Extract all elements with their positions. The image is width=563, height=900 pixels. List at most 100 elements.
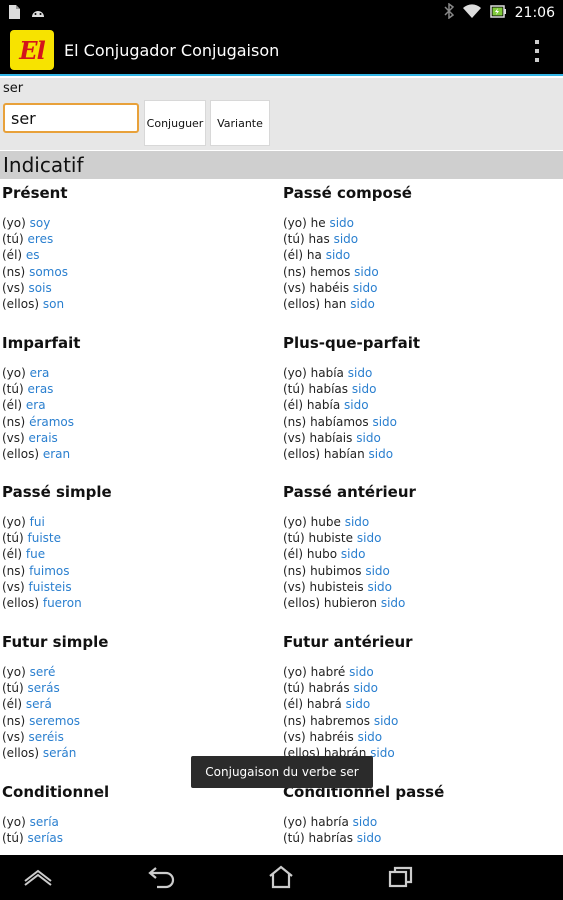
conjugation-row: (ellos) eran (2, 446, 272, 462)
pronoun: (tú) (2, 531, 24, 546)
conjugation-row: (tú) eres (2, 231, 272, 247)
pronoun: (yo) (2, 216, 26, 230)
auxiliary-verb: hubieron (323, 595, 378, 610)
conjugation-row: (yo) habré sido (283, 664, 553, 680)
conjugation-row: (yo) seré (2, 664, 272, 680)
recents-home-icon[interactable] (263, 863, 299, 891)
auxiliary-verb: habré (310, 665, 346, 679)
pronoun: (vs) (2, 729, 25, 744)
file-icon (8, 4, 22, 19)
tense-title: Passé composé (283, 184, 412, 202)
conjugation-row: (ellos) habían sido (283, 446, 553, 462)
pronoun: (ellos) (2, 595, 40, 610)
home-icon[interactable] (20, 863, 56, 891)
conjugation-row: (él) habrá sido (283, 696, 553, 712)
auxiliary-verb: hubimos (310, 563, 362, 578)
conjugation-row: (yo) sería (2, 814, 272, 830)
conjugation-row: (él) fue (2, 546, 272, 562)
tense-title: Passé antérieur (283, 483, 416, 501)
conjugation-row: (ns) hemos sido (283, 264, 553, 280)
verb-form: sido (356, 430, 381, 445)
auxiliary-verb: habrá (306, 697, 342, 712)
conjugate-button[interactable]: Conjuguer (144, 100, 206, 146)
verb-form: sido (368, 446, 394, 461)
verb-form: sido (333, 232, 359, 247)
pronoun: (tú) (2, 232, 24, 247)
conjugation-row: (él) es (2, 247, 272, 263)
pronoun: (vs) (283, 430, 306, 445)
toast-message: Conjugaison du verbe ser (191, 756, 373, 788)
conjugation-row: (vs) fuisteis (2, 579, 272, 595)
pronoun: (él) (2, 697, 23, 712)
verb-form: eras (27, 382, 54, 397)
tense-title: Futur antérieur (283, 633, 413, 651)
verb-form: sido (350, 296, 375, 311)
verb-form: somos (29, 264, 68, 279)
verb-form: serán (42, 745, 77, 760)
overflow-menu-icon[interactable] (533, 40, 541, 62)
verb-input[interactable] (3, 103, 139, 133)
pronoun: (ns) (2, 713, 26, 728)
pronoun: (tú) (283, 531, 305, 546)
auxiliary-verb: habrás (308, 681, 350, 696)
conjugation-row: (tú) eras (2, 381, 272, 397)
verb-form: sido (356, 531, 382, 546)
back-icon[interactable] (144, 863, 180, 891)
auxiliary-verb: habrías (308, 831, 353, 846)
auxiliary-verb: habías (308, 382, 349, 397)
tense-title: Présent (2, 184, 68, 202)
conjugation-row: (tú) serás (2, 680, 272, 696)
auxiliary-verb: habría (310, 815, 349, 829)
pronoun: (él) (283, 248, 304, 263)
verb-form: era (29, 366, 50, 380)
tense-block: Futur simple (yo) seré (tú) serás (él) será… (2, 630, 272, 761)
pronoun: (él) (283, 398, 304, 413)
pronoun: (tú) (283, 831, 305, 846)
auxiliary-verb: hube (310, 515, 341, 529)
pronoun: (él) (2, 398, 23, 413)
conjugation-row: (ns) éramos (2, 414, 272, 430)
conjugation-row: (vs) erais (2, 430, 272, 446)
verb-form: seré (29, 665, 56, 679)
conjugation-row: (vs) hubisteis sido (283, 579, 553, 595)
auxiliary-verb: hubiste (308, 531, 354, 546)
conjugation-row: (él) será (2, 696, 272, 712)
conjugation-row: (ns) somos (2, 264, 272, 280)
pronoun: (tú) (2, 382, 24, 397)
tense-block: Plus-que-parfait (yo) había sido (tú) habí… (283, 331, 553, 462)
recent-apps-icon[interactable] (383, 863, 419, 891)
auxiliary-verb: he (310, 216, 326, 230)
auxiliary-verb: hubisteis (309, 579, 364, 594)
pronoun: (yo) (2, 366, 26, 380)
pronoun: (yo) (2, 665, 26, 679)
verb-form: era (25, 398, 46, 413)
verb-form: sido (344, 398, 369, 413)
pronoun: (él) (2, 547, 23, 562)
tense-block: Imparfait (yo) era (tú) eras (él) era (ns) é… (2, 331, 272, 462)
variant-button[interactable]: Variante (210, 100, 270, 146)
auxiliary-verb: habréis (309, 729, 354, 744)
pronoun: (ns) (283, 414, 307, 429)
verb-form: sois (28, 280, 52, 295)
pronoun: (vs) (283, 729, 306, 744)
tense-block: Passé composé (yo) he sido (tú) has sido (é… (283, 181, 553, 312)
verb-form: serías (27, 831, 64, 846)
pronoun: (yo) (283, 665, 307, 679)
conjugation-row: (tú) has sido (283, 231, 553, 247)
conjugation-row: (tú) fuiste (2, 530, 272, 546)
tense-block: Futur antérieur (yo) habré sido (tú) habrá… (283, 630, 553, 761)
app-logo[interactable]: El (10, 30, 54, 70)
conjugation-list[interactable]: Présent (yo) soy (tú) eres (él) es (ns) somo… (0, 179, 563, 855)
verb-form: son (42, 296, 65, 311)
pronoun: (vs) (2, 280, 25, 295)
conjugation-row: (ns) seremos (2, 713, 272, 729)
conjugation-row: (ns) habíamos sido (283, 414, 553, 430)
verb-form: fue (25, 547, 46, 562)
pronoun: (ns) (2, 264, 26, 279)
pronoun: (ellos) (283, 296, 321, 311)
pronoun: (yo) (2, 815, 26, 829)
app-title: El Conjugador Conjugaison (64, 41, 280, 60)
battery-charging-icon (489, 3, 506, 23)
verb-form: seremos (29, 713, 81, 728)
auxiliary-verb: habremos (310, 713, 370, 728)
